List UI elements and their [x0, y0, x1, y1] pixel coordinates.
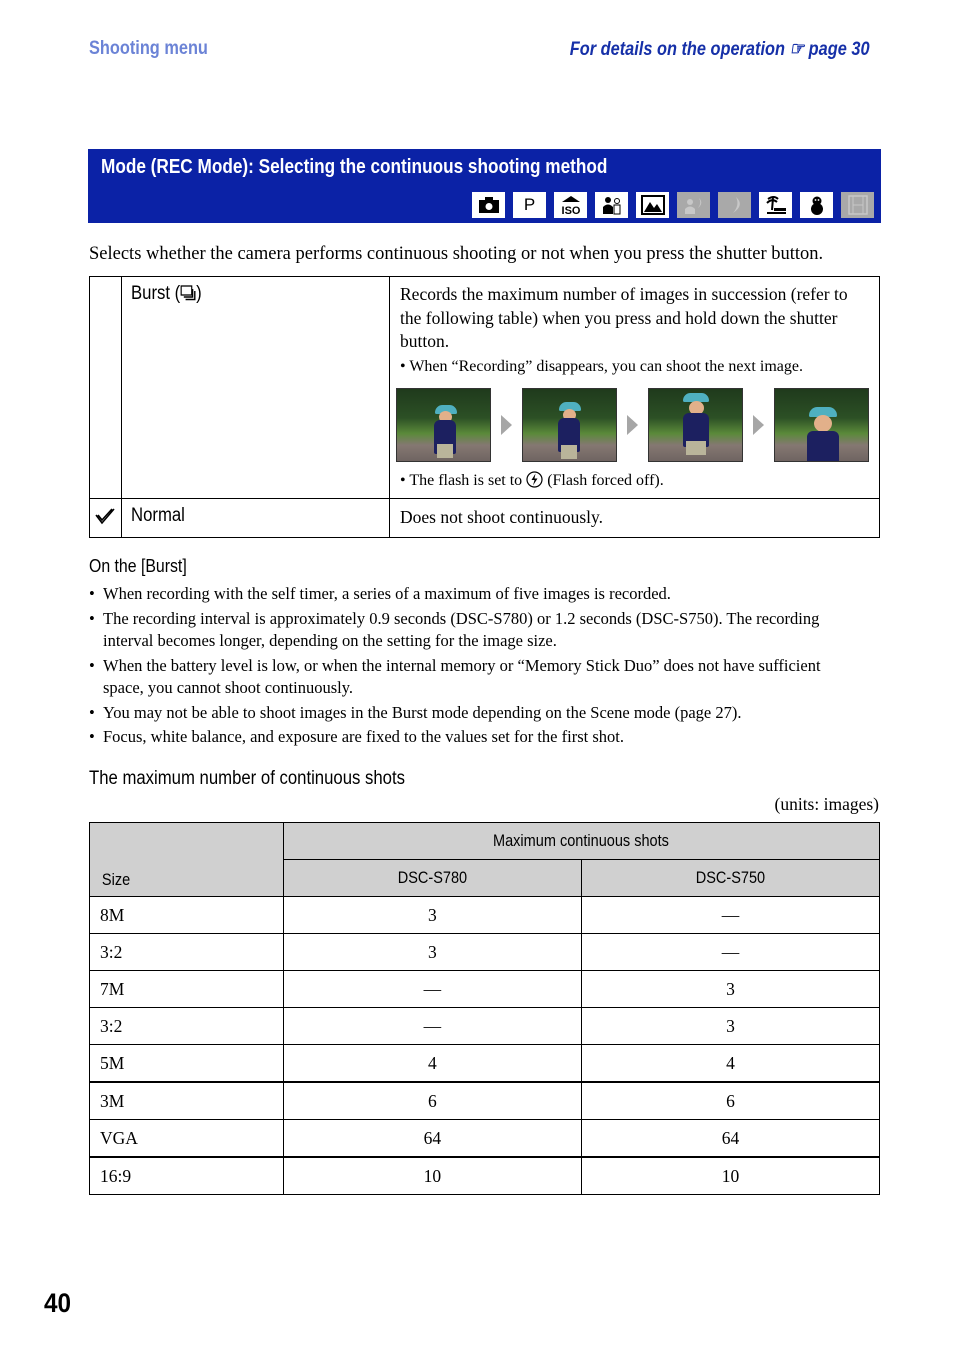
- section-title: Shooting menu: [89, 38, 208, 59]
- burst-notes-list: When recording with the self timer, a se…: [89, 583, 849, 751]
- value-cell: —: [580, 896, 881, 934]
- continuous-shots-table: Size Maximum continuous shots DSC-S780 D…: [89, 822, 881, 1195]
- burst-label: Burst (: [130, 283, 181, 304]
- landscape-icon: [636, 192, 669, 218]
- value-cell: 3: [580, 1007, 881, 1045]
- units-label: (units: images): [774, 794, 880, 814]
- program-icon: P: [513, 192, 546, 218]
- column-header-size: Size: [89, 822, 284, 897]
- table-row: 3:2—3: [89, 1007, 881, 1045]
- value-cell: —: [580, 933, 881, 971]
- size-cell: 5M: [89, 1044, 284, 1083]
- value-cell: 4: [282, 1044, 582, 1083]
- option-description-cell: Records the maximum number of images in …: [389, 276, 880, 499]
- table-row: 7M —3: [89, 970, 881, 1008]
- burst-icon: [180, 285, 196, 301]
- high-sensitivity-iso-icon: ISO: [554, 192, 587, 218]
- sequence-arrow-icon: [501, 414, 512, 435]
- default-marker-cell: [89, 497, 122, 538]
- size-cell: 3:2: [89, 933, 284, 971]
- table-row: VGA 64 64: [89, 1119, 881, 1158]
- option-label-cell: Burst (): [120, 276, 391, 499]
- notes-heading: On the [Burst]: [89, 556, 187, 576]
- auto-camera-icon: [472, 192, 505, 218]
- note-item: When the battery level is low, or when t…: [89, 655, 849, 700]
- sequence-arrow-icon: [627, 414, 638, 435]
- table-header-row: Size Maximum continuous shots: [89, 822, 881, 897]
- table-row: 5M 4 4: [89, 1044, 881, 1083]
- burst-note-recording: • When “Recording” disappears, you can s…: [400, 357, 803, 375]
- size-cell: 8M: [89, 896, 284, 934]
- column-header-s750: DSC-S750: [580, 859, 881, 897]
- shots-table-heading: The maximum number of continuous shots: [89, 768, 405, 789]
- value-cell: 4: [580, 1044, 881, 1083]
- burst-description: Records the maximum number of images in …: [400, 284, 848, 351]
- burst-photo-1: [396, 387, 491, 462]
- note-item: When recording with the self timer, a se…: [89, 583, 849, 606]
- default-check-icon: [95, 507, 116, 524]
- flash-forced-off-icon: [526, 470, 543, 488]
- table-row: 3M 6 6: [89, 1081, 881, 1120]
- twilight-portrait-icon: [677, 192, 710, 218]
- burst-photo-2: [522, 387, 617, 462]
- size-cell: 16:9: [89, 1156, 284, 1195]
- value-cell: 64: [282, 1119, 582, 1158]
- normal-description: Does not shoot continuously.: [389, 497, 880, 538]
- svg-text:ISO: ISO: [561, 205, 580, 215]
- value-cell: —: [282, 1007, 582, 1045]
- twilight-icon: [718, 192, 751, 218]
- size-cell: VGA: [89, 1119, 284, 1158]
- page-reference-link[interactable]: For details on the operation ☞ page 30: [570, 38, 870, 61]
- note-item: The recording interval is approximately …: [89, 608, 849, 653]
- option-row-burst: Burst () Records the maximum number of i…: [89, 276, 880, 499]
- soft-snap-icon: [595, 192, 628, 218]
- intro-text: Selects whether the camera performs cont…: [89, 244, 824, 264]
- normal-label: Normal: [130, 504, 185, 526]
- table-row: 8M 3—: [89, 896, 881, 934]
- value-cell: 3: [282, 933, 582, 971]
- option-row-normal: Normal Does not shoot continuously.: [89, 497, 880, 538]
- beach-icon: [759, 192, 792, 218]
- section-banner: Mode (REC Mode): Selecting the continuou…: [88, 149, 881, 223]
- value-cell: 3: [580, 970, 881, 1008]
- options-table: Burst () Records the maximum number of i…: [89, 276, 880, 538]
- page-number: 40: [44, 1288, 72, 1318]
- page-title: Mode (REC Mode): Selecting the continuou…: [101, 156, 608, 178]
- column-header-s780: DSC-S780: [282, 859, 582, 897]
- value-cell: 10: [282, 1156, 582, 1195]
- burst-photo-3: [648, 387, 743, 462]
- size-cell: 3:2: [89, 1007, 284, 1045]
- burst-sequence-images: [396, 387, 869, 462]
- value-cell: 10: [580, 1156, 881, 1195]
- value-cell: 64: [580, 1119, 881, 1158]
- burst-photo-4: [774, 387, 869, 462]
- value-cell: 3: [282, 896, 582, 934]
- sequence-arrow-icon: [753, 414, 764, 435]
- table-row: 16:9 10 10: [89, 1156, 881, 1195]
- note-item: You may not be able to shoot images in t…: [89, 702, 849, 725]
- default-marker-cell: [89, 276, 122, 499]
- mode-icon-strip: P ISO: [472, 192, 874, 218]
- column-header-group: Maximum continuous shots: [282, 822, 881, 860]
- value-cell: —: [282, 970, 582, 1008]
- size-cell: 7M: [89, 970, 284, 1008]
- value-cell: 6: [282, 1081, 582, 1120]
- snow-icon: [800, 192, 833, 218]
- size-cell: 3M: [89, 1081, 284, 1120]
- value-cell: 6: [580, 1081, 881, 1120]
- burst-note-flash: • The flash is set to (Flash forced off)…: [400, 470, 664, 489]
- table-row: 3:2 3—: [89, 933, 881, 971]
- option-label-cell: Normal: [120, 497, 391, 538]
- movie-icon: [841, 192, 874, 218]
- note-item: Focus, white balance, and exposure are f…: [89, 726, 849, 749]
